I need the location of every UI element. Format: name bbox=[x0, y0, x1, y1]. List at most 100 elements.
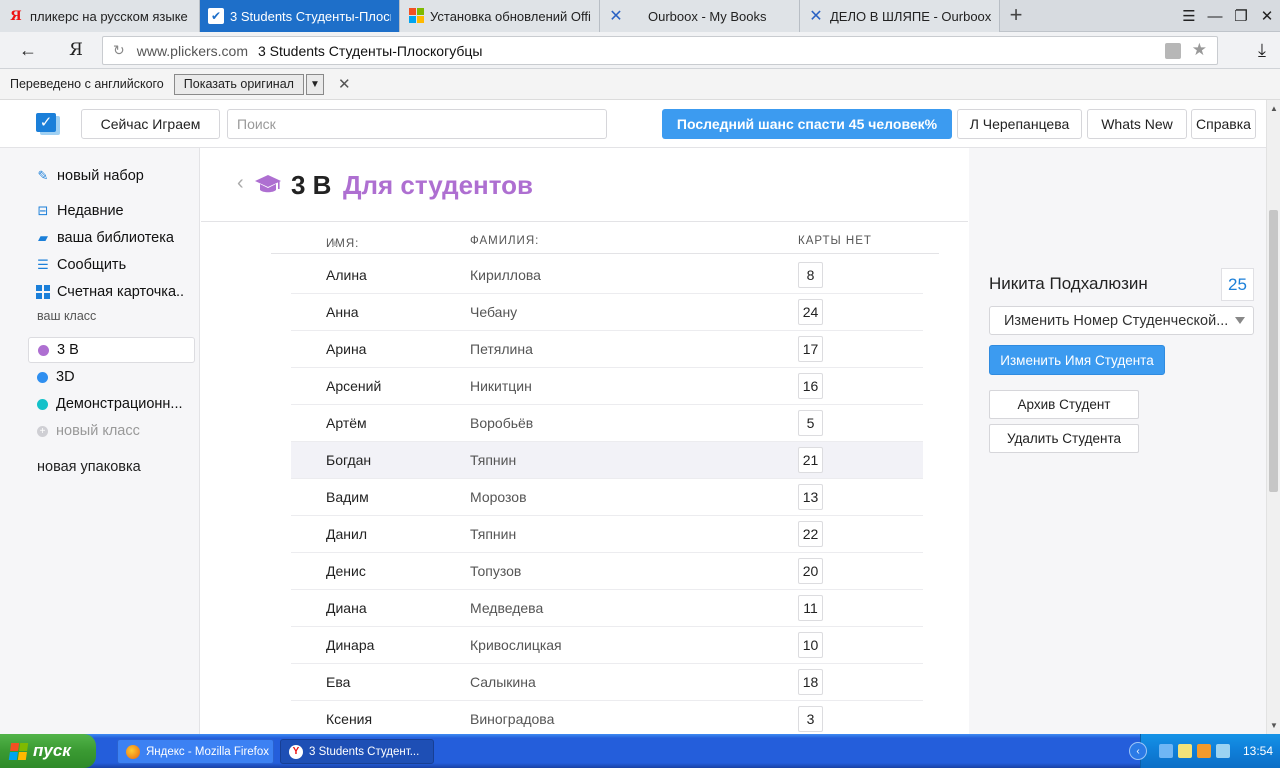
card-number: 24 bbox=[798, 299, 823, 325]
table-row[interactable]: Артём Воробьёв 5 bbox=[291, 405, 923, 442]
table-row[interactable]: Денис Топузов 20 bbox=[291, 553, 923, 590]
sidebar-class-3v[interactable]: 3 В bbox=[28, 337, 195, 363]
close-icon[interactable]: ✕ bbox=[1254, 0, 1280, 32]
last-name: Кириллова bbox=[470, 267, 541, 283]
promo-button[interactable]: Последний шанс спасти 45 человек% bbox=[662, 109, 952, 139]
sidebar-item-recent[interactable]: ⊟ Недавние bbox=[36, 200, 124, 222]
notification-icon[interactable] bbox=[1178, 744, 1192, 758]
folder-icon: ▰ bbox=[38, 230, 48, 245]
delete-student-button[interactable]: Удалить Студента bbox=[989, 424, 1139, 453]
card-number: 3 bbox=[798, 706, 823, 732]
search-input[interactable] bbox=[227, 109, 607, 139]
change-card-number-select[interactable]: Изменить Номер Студенческой... bbox=[989, 306, 1254, 335]
table-row[interactable]: Анна Чебану 24 bbox=[291, 294, 923, 331]
last-name: Чебану bbox=[470, 304, 518, 320]
main-content: ‹ 3 В Для студентов ИМЯ: ▲ ФАМИЛИЯ: КАРТЫ… bbox=[201, 148, 968, 734]
program-icon[interactable] bbox=[1197, 744, 1211, 758]
firefox-icon bbox=[126, 744, 140, 759]
sidebar: ✎ новый набор ⊟ Недавние ▰ ваша библиоте… bbox=[0, 148, 200, 734]
back-arrow-icon[interactable]: ← bbox=[13, 36, 43, 64]
address-bar-row: ← Я ↻ www.plickers.com 3 Students Студен… bbox=[0, 32, 1280, 69]
page-scrollbar[interactable]: ▲ ▼ bbox=[1266, 100, 1280, 734]
now-playing-button[interactable]: Сейчас Играем bbox=[81, 109, 220, 139]
table-row[interactable]: Ева Салыкина 18 bbox=[291, 664, 923, 701]
tray-expand-icon[interactable]: ‹ bbox=[1129, 742, 1147, 760]
table-row[interactable]: Вадим Морозов 13 bbox=[291, 479, 923, 516]
restore-icon[interactable]: ❐ bbox=[1228, 0, 1254, 32]
table-row-selected[interactable]: Богдан Тяпнин 21 bbox=[291, 442, 923, 479]
table-row[interactable]: Арина Петялина 17 bbox=[291, 331, 923, 368]
tab-title: ДЕЛО В ШЛЯПЕ - Ourboox bbox=[830, 8, 991, 24]
student-name: Никита Подхалюзин bbox=[989, 274, 1148, 293]
column-card-number[interactable]: КАРТЫ НЕТ bbox=[798, 235, 872, 247]
tab-title: Установка обновлений Office bbox=[430, 8, 591, 24]
sidebar-item-label: ваша библиотека bbox=[57, 230, 174, 246]
card-number: 22 bbox=[798, 521, 823, 547]
sidebar-item-report[interactable]: ☰ Сообщить bbox=[36, 254, 126, 276]
download-icon[interactable]: ⤓ bbox=[1258, 40, 1266, 61]
minimize-icon[interactable]: — bbox=[1202, 0, 1228, 32]
last-name: Кривослицкая bbox=[470, 637, 562, 653]
column-last-name[interactable]: ФАМИЛИЯ: bbox=[470, 235, 539, 247]
ourboox-icon: ✕ bbox=[809, 8, 823, 25]
close-icon[interactable]: ✕ bbox=[338, 75, 351, 93]
scrollbar-thumb[interactable] bbox=[1269, 210, 1278, 492]
help-button[interactable]: Справка bbox=[1191, 109, 1256, 139]
sidebar-item-label: Недавние bbox=[57, 203, 124, 219]
sidebar-item-scoresheet[interactable]: Счетная карточка.. bbox=[36, 281, 184, 303]
sidebar-class-3d[interactable]: 3D bbox=[28, 364, 195, 390]
sidebar-new-pack[interactable]: новая упаковка bbox=[37, 459, 141, 475]
your-classes-label: ваш класс bbox=[37, 309, 97, 323]
sidebar-new-class[interactable]: + новый класс bbox=[28, 418, 195, 444]
first-name: Анна bbox=[326, 304, 359, 320]
volume-icon[interactable] bbox=[1216, 744, 1230, 758]
whats-new-button[interactable]: Whats New bbox=[1087, 109, 1187, 139]
lock-icon[interactable] bbox=[1165, 43, 1181, 59]
rename-student-button[interactable]: Изменить Имя Студента bbox=[989, 345, 1165, 375]
tab-ourboox-hat[interactable]: ✕ ДЕЛО В ШЛЯПЕ - Ourboox bbox=[800, 0, 1000, 32]
chevron-down-icon[interactable]: ▼ bbox=[305, 73, 324, 95]
archive-student-button[interactable]: Архив Студент bbox=[989, 390, 1139, 419]
table-row[interactable]: Арсений Никитцин 16 bbox=[291, 368, 923, 405]
chevron-left-icon[interactable]: ‹ bbox=[237, 172, 244, 195]
tab-plickers-class[interactable]: ✔ 3 Students Студенты-Плоскогубцы bbox=[200, 0, 400, 32]
network-icon[interactable] bbox=[1159, 744, 1173, 758]
tab-office-updates[interactable]: Установка обновлений Office bbox=[400, 0, 600, 32]
reload-icon[interactable]: ↻ bbox=[113, 42, 125, 59]
taskbar-item-firefox[interactable]: Яндекс - Mozilla Firefox bbox=[117, 739, 274, 764]
table-row[interactable]: Данил Тяпнин 22 bbox=[291, 516, 923, 553]
table-row[interactable]: Диана Медведева 11 bbox=[291, 590, 923, 627]
taskbar-item-yandex[interactable]: Y 3 Students Студент... bbox=[280, 739, 434, 764]
plus-icon: + bbox=[37, 425, 48, 437]
table-row[interactable]: Динара Кривослицкая 10 bbox=[291, 627, 923, 664]
grid-icon bbox=[36, 285, 50, 299]
url-page-title: 3 Students Студенты-Плоскогубцы bbox=[257, 42, 483, 59]
sidebar-item-library[interactable]: ▰ ваша библиотека bbox=[36, 227, 174, 249]
show-original-button[interactable]: Показать оригинал bbox=[173, 73, 304, 95]
first-name: Арина bbox=[326, 341, 367, 357]
last-name: Медведева bbox=[470, 600, 544, 616]
first-name: Ксения bbox=[326, 711, 373, 727]
tab-ourboox-books[interactable]: ✕ Ourboox - My Books bbox=[600, 0, 800, 32]
translation-message: Переведено с английского bbox=[10, 77, 164, 91]
class-color-dot bbox=[37, 398, 48, 410]
scroll-down-icon[interactable]: ▼ bbox=[1270, 721, 1278, 730]
user-menu-button[interactable]: Л Черепанцева bbox=[957, 109, 1082, 139]
windows-flag-icon bbox=[8, 742, 29, 760]
sidebar-class-demo[interactable]: Демонстрационн... bbox=[28, 391, 195, 417]
scroll-up-icon[interactable]: ▲ bbox=[1270, 104, 1278, 113]
first-name: Арсений bbox=[326, 378, 382, 394]
microsoft-icon bbox=[408, 8, 424, 24]
tab-plickers-search[interactable]: Я пликерс на русском языке – bbox=[0, 0, 200, 32]
url-field[interactable]: ↻ www.plickers.com 3 Students Студенты-П… bbox=[102, 36, 1218, 65]
table-row[interactable]: Алина Кириллова 8 bbox=[291, 257, 923, 294]
table-row[interactable]: Ксения Виноградова 3 bbox=[291, 701, 923, 734]
star-icon[interactable]: ★ bbox=[1192, 40, 1207, 60]
menu-icon[interactable]: ☰ bbox=[1176, 0, 1202, 32]
sidebar-item-new-set[interactable]: ✎ новый набор bbox=[36, 165, 144, 187]
new-tab-button[interactable]: + bbox=[1004, 4, 1028, 28]
plickers-logo-icon[interactable]: ✓ bbox=[36, 113, 60, 135]
start-button[interactable]: пуск bbox=[0, 734, 96, 768]
yandex-logo-icon[interactable]: Я bbox=[61, 36, 91, 64]
system-tray: ‹ 13:54 bbox=[1129, 734, 1280, 768]
